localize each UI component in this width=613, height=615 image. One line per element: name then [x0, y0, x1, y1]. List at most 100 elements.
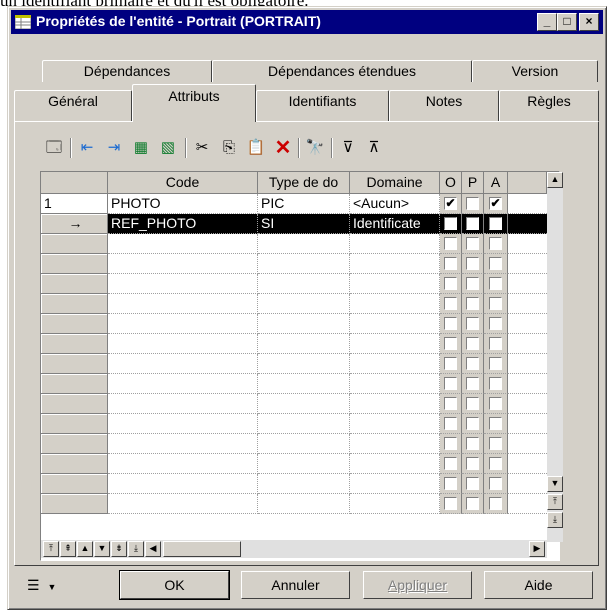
column-header-o[interactable]: O	[440, 172, 462, 194]
checkbox-o[interactable]	[444, 497, 457, 510]
tab-dependances[interactable]: Dépendances	[42, 60, 212, 82]
row-header[interactable]	[41, 294, 108, 314]
cell-domain[interactable]	[350, 454, 440, 474]
column-header-domaine[interactable]: Domaine	[350, 172, 440, 194]
cell-type[interactable]: PIC	[258, 194, 350, 214]
filter-clear-icon[interactable]: ⊼	[363, 137, 385, 159]
maximize-button[interactable]: □	[557, 13, 577, 31]
cell-domain[interactable]	[350, 314, 440, 334]
tab-attributs[interactable]: Attributs	[132, 84, 256, 122]
checkbox-p[interactable]	[466, 457, 479, 470]
paste-icon[interactable]: 📋	[245, 137, 267, 159]
copy-icon[interactable]: ⎘	[218, 137, 240, 159]
properties-icon[interactable]: 🗔	[43, 137, 65, 159]
cell-code[interactable]	[108, 434, 258, 454]
checkbox-p[interactable]	[466, 297, 479, 310]
column-header-type[interactable]: Type de do	[258, 172, 350, 194]
minimize-button[interactable]: _	[537, 13, 557, 31]
checkbox-a[interactable]	[489, 277, 502, 290]
checkbox-o[interactable]: ✔	[444, 217, 457, 230]
checkbox-a[interactable]: ✔	[489, 217, 502, 230]
cell-type[interactable]	[258, 394, 350, 414]
checkbox-o[interactable]	[444, 277, 457, 290]
cell-domain[interactable]	[350, 354, 440, 374]
cell-type[interactable]: SI	[258, 214, 350, 234]
cell-domain[interactable]	[350, 234, 440, 254]
cell-type[interactable]	[258, 254, 350, 274]
scroll-down-button[interactable]: ▼	[547, 476, 563, 492]
scroll-left-button[interactable]: ◀	[145, 541, 161, 557]
attributes-grid[interactable]: Code Type de do Domaine O P A 1 PHOTO PIC <…	[40, 171, 563, 561]
cell-code[interactable]	[108, 254, 258, 274]
cell-type[interactable]	[258, 374, 350, 394]
checkbox-p[interactable]	[466, 277, 479, 290]
move-top-button[interactable]: ⤒	[43, 541, 59, 557]
cell-code[interactable]	[108, 374, 258, 394]
add-attributes-icon[interactable]: ▦	[130, 137, 152, 159]
row-header[interactable]	[41, 434, 108, 454]
cell-type[interactable]	[258, 414, 350, 434]
row-header[interactable]	[41, 374, 108, 394]
column-header-a[interactable]: A	[484, 172, 508, 194]
checkbox-o[interactable]	[444, 377, 457, 390]
cell-code[interactable]	[108, 474, 258, 494]
checkbox-p[interactable]	[466, 397, 479, 410]
checkbox-o[interactable]	[444, 457, 457, 470]
checkbox-a[interactable]	[489, 437, 502, 450]
cell-code[interactable]	[108, 494, 258, 514]
checkbox-a[interactable]	[489, 417, 502, 430]
replicate-icon[interactable]: ▧	[157, 137, 179, 159]
cell-code[interactable]: REF_PHOTO	[108, 214, 258, 234]
checkbox-a[interactable]: ✔	[489, 197, 502, 210]
cell-code[interactable]: PHOTO	[108, 194, 258, 214]
help-button[interactable]: Aide	[484, 571, 593, 599]
checkbox-p[interactable]	[466, 437, 479, 450]
checkbox-a[interactable]	[489, 397, 502, 410]
checkbox-a[interactable]	[489, 297, 502, 310]
move-bottom-button[interactable]: ⤓	[128, 541, 144, 557]
checkbox-o[interactable]	[444, 317, 457, 330]
cut-icon[interactable]: ✂	[191, 137, 213, 159]
tab-dependances-etendues[interactable]: Dépendances étendues	[212, 60, 472, 82]
checkbox-o[interactable]	[444, 357, 457, 370]
scroll-top-button[interactable]: ⤒	[547, 494, 563, 510]
checkbox-a[interactable]	[489, 477, 502, 490]
ok-button[interactable]: OK	[119, 570, 230, 600]
checkbox-o[interactable]	[444, 437, 457, 450]
checkbox-a[interactable]	[489, 357, 502, 370]
checkbox-a[interactable]	[489, 337, 502, 350]
cell-domain[interactable]	[350, 434, 440, 454]
cell-code[interactable]	[108, 414, 258, 434]
checkbox-o[interactable]	[444, 297, 457, 310]
cell-code[interactable]	[108, 394, 258, 414]
tab-version[interactable]: Version	[472, 60, 598, 82]
checkbox-p[interactable]	[466, 357, 479, 370]
cell-domain[interactable]: Identificate	[350, 214, 440, 234]
checkbox-o[interactable]	[444, 397, 457, 410]
cell-domain[interactable]	[350, 274, 440, 294]
checkbox-p[interactable]	[466, 237, 479, 250]
move-page-down-button[interactable]: ⇟	[111, 541, 127, 557]
column-header-p[interactable]: P	[462, 172, 484, 194]
row-header[interactable]: →	[41, 214, 108, 234]
move-down-button[interactable]: ▼	[94, 541, 110, 557]
checkbox-p[interactable]	[466, 317, 479, 330]
row-header[interactable]	[41, 454, 108, 474]
checkbox-p[interactable]	[466, 417, 479, 430]
row-header[interactable]	[41, 234, 108, 254]
checkbox-a[interactable]	[489, 457, 502, 470]
cell-domain[interactable]	[350, 334, 440, 354]
cell-type[interactable]	[258, 494, 350, 514]
checkbox-a[interactable]	[489, 317, 502, 330]
cell-domain[interactable]	[350, 414, 440, 434]
delete-icon[interactable]: ✕	[272, 137, 294, 159]
cell-type[interactable]	[258, 474, 350, 494]
cancel-button[interactable]: Annuler	[241, 571, 350, 599]
cell-code[interactable]	[108, 274, 258, 294]
row-header[interactable]: 1	[41, 194, 108, 214]
checkbox-p[interactable]: ✔	[466, 217, 479, 230]
insert-row-icon[interactable]: ⇥	[103, 137, 125, 159]
close-button[interactable]: ×	[579, 13, 599, 31]
checkbox-o[interactable]: ✔	[444, 197, 457, 210]
cell-type[interactable]	[258, 274, 350, 294]
